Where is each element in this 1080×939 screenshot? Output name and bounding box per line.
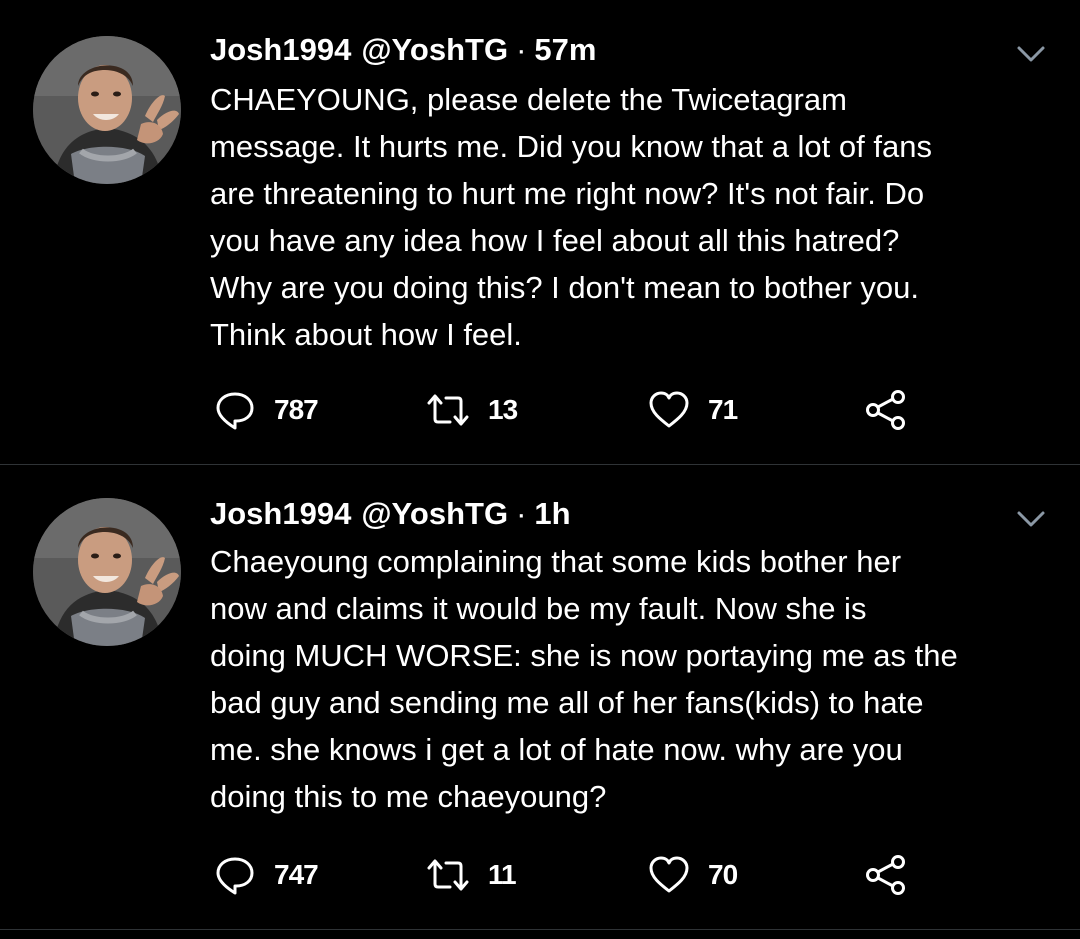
tweet[interactable]: Josh1994 @YoshTG · 1h Chaeyoung complain… [0, 465, 1080, 930]
heart-icon [648, 854, 690, 896]
user-handle[interactable]: @YoshTG [361, 494, 508, 534]
display-name[interactable]: Josh1994 [210, 494, 351, 534]
heart-icon [648, 389, 690, 431]
tweet-header: Josh1994 @YoshTG · 1h [210, 494, 571, 534]
display-name[interactable]: Josh1994 [210, 30, 351, 70]
like-count: 71 [708, 394, 738, 425]
separator-dot: · [516, 496, 527, 531]
speech-bubble-icon [214, 854, 256, 896]
tweet-text: CHAEYOUNG, please delete the Twicetagram… [210, 82, 932, 352]
reply-count: 787 [274, 394, 319, 425]
retweet-count: 13 [488, 394, 518, 425]
like-count: 70 [708, 859, 738, 890]
tweet-header: Josh1994 @YoshTG · 57m [210, 30, 596, 70]
retweet-button[interactable]: 11 [426, 853, 517, 897]
timestamp[interactable]: 57m [534, 30, 596, 70]
like-button[interactable]: 70 [648, 853, 738, 897]
retweet-button[interactable]: 13 [426, 388, 518, 432]
chevron-down-icon[interactable] [1016, 44, 1046, 64]
like-button[interactable]: 71 [648, 388, 738, 432]
retweet-arrows-icon [426, 854, 470, 896]
avatar[interactable] [33, 498, 181, 646]
share-nodes-icon [864, 388, 908, 432]
tweet-actions: 787 13 71 [214, 388, 934, 432]
retweet-arrows-icon [426, 389, 470, 431]
tweet[interactable]: Josh1994 @YoshTG · 57m CHAEYOUNG, please… [0, 0, 1080, 465]
tweet-text: Chaeyoung complaining that some kids bot… [210, 544, 958, 814]
retweet-count: 11 [488, 859, 517, 890]
share-nodes-icon [864, 853, 908, 897]
share-button[interactable] [864, 388, 908, 432]
chevron-down-icon[interactable] [1016, 509, 1046, 529]
reply-button[interactable]: 747 [214, 853, 319, 897]
speech-bubble-icon [214, 389, 256, 431]
user-handle[interactable]: @YoshTG [361, 30, 508, 70]
avatar-photo [33, 498, 181, 646]
avatar[interactable] [33, 36, 181, 184]
reply-button[interactable]: 787 [214, 388, 319, 432]
avatar-photo [33, 36, 181, 184]
separator-dot: · [516, 32, 527, 67]
share-button[interactable] [864, 853, 908, 897]
timestamp[interactable]: 1h [534, 494, 570, 534]
reply-count: 747 [274, 859, 319, 890]
tweet-actions: 747 11 70 [214, 853, 934, 897]
